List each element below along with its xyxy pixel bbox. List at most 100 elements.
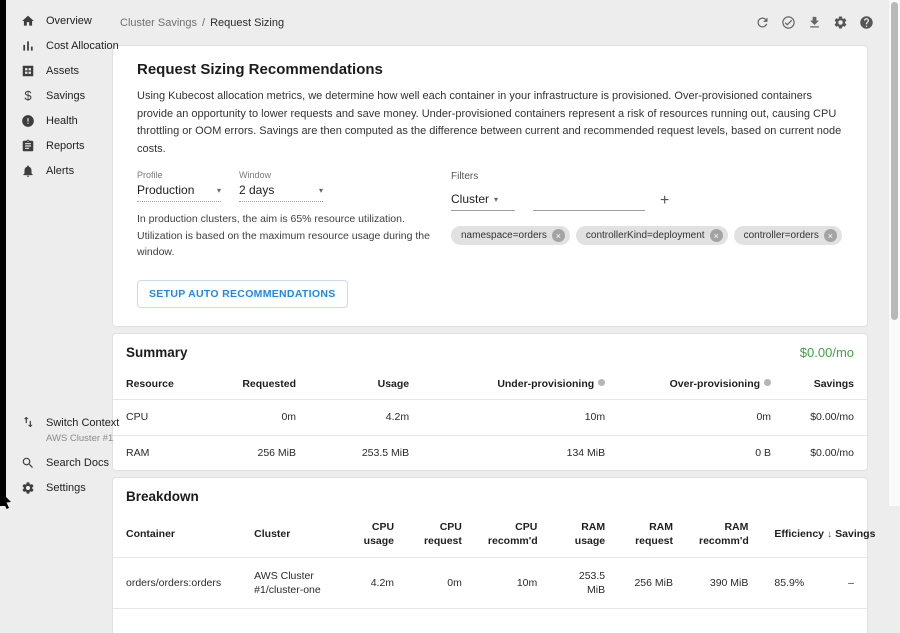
table-row[interactable]: orders/orders:orders AWS Cluster #1/clus…: [113, 558, 867, 609]
breadcrumb-current: Request Sizing: [210, 17, 284, 29]
close-icon[interactable]: ×: [710, 229, 723, 242]
sidebar-item-label: Settings: [46, 482, 86, 494]
close-icon[interactable]: ×: [552, 229, 565, 242]
topbar-actions: [755, 15, 874, 30]
close-icon[interactable]: ×: [824, 229, 837, 242]
sidebar-item-label: Overview: [46, 15, 92, 27]
sidebar-item-alerts[interactable]: Alerts: [6, 158, 112, 183]
sidebar-item-settings[interactable]: Settings: [6, 475, 112, 500]
resource-cell: RAM: [113, 435, 211, 470]
column-header[interactable]: Efficiency: [761, 513, 814, 558]
column-header: Resource: [113, 369, 211, 400]
check-circle-icon[interactable]: [781, 15, 796, 30]
column-header[interactable]: CPU usage: [347, 513, 407, 558]
sidebar-item-label: Savings: [46, 90, 85, 102]
help-icon[interactable]: [859, 15, 874, 30]
summary-header-row: Resource Requested Usage Under-provision…: [113, 369, 867, 400]
breakdown-header-row: Container Cluster CPU usage CPU request …: [113, 513, 867, 558]
sidebar-item-switch-context[interactable]: Switch Context AWS Cluster #1: [6, 407, 112, 450]
page-title: Request Sizing Recommendations: [137, 61, 843, 78]
column-header[interactable]: CPU recomm'd: [475, 513, 550, 558]
filters-panel: Filters Cluster ▾ + namespace=orders ×: [451, 170, 843, 308]
mouse-cursor: [0, 492, 14, 510]
cluster-cell: AWS Cluster #1/cluster-one: [241, 558, 347, 609]
setup-auto-recommendations-button[interactable]: SETUP AUTO RECOMMENDATIONS: [137, 280, 348, 308]
profile-select-label: Profile: [137, 170, 221, 180]
home-icon: [21, 14, 35, 28]
summary-table: Resource Requested Usage Under-provision…: [113, 369, 867, 470]
refresh-icon[interactable]: [755, 15, 770, 30]
filter-field-select[interactable]: Cluster ▾: [451, 192, 515, 211]
column-header: Savings: [784, 369, 867, 400]
alerts-icon: [21, 164, 35, 178]
filter-value-input[interactable]: [533, 192, 645, 211]
reports-icon: [21, 139, 35, 153]
column-header: Container: [113, 513, 241, 558]
scrollbar-thumb[interactable]: [891, 2, 898, 320]
chevron-down-icon: ▾: [494, 195, 498, 204]
filter-chip[interactable]: namespace=orders ×: [451, 226, 570, 245]
sidebar-item-assets[interactable]: Assets: [6, 58, 112, 83]
settings-icon[interactable]: [833, 15, 848, 30]
table-row: RAM 256 MiB 253.5 MiB 134 MiB 0 B $0.00/…: [113, 435, 867, 470]
search-icon: [21, 456, 35, 470]
sidebar-item-label: Search Docs: [46, 457, 109, 469]
column-header: Under-provisioning: [422, 369, 618, 400]
column-header[interactable]: RAM recomm'd: [686, 513, 761, 558]
filters-label: Filters: [451, 171, 843, 182]
column-header[interactable]: RAM request: [618, 513, 686, 558]
bar-chart-icon: [21, 39, 35, 53]
total-savings-value: $0.00/mo: [800, 345, 854, 360]
scrollbar-track[interactable]: [888, 0, 900, 506]
assets-icon: [21, 64, 35, 78]
filter-chip[interactable]: controller=orders ×: [734, 226, 842, 245]
sidebar-item-overview[interactable]: Overview: [6, 8, 112, 33]
topbar: Cluster Savings / Request Sizing: [112, 0, 888, 45]
sidebar-item-cost-allocation[interactable]: Cost Allocation: [6, 33, 112, 58]
column-header: Cluster: [241, 513, 347, 558]
window-select-label: Window: [239, 170, 323, 180]
column-header: Requested: [211, 369, 309, 400]
breadcrumb: Cluster Savings / Request Sizing: [120, 17, 284, 29]
sort-descending-icon: ↓: [827, 529, 832, 540]
settings-icon: [21, 481, 35, 495]
chevron-down-icon: ▾: [217, 186, 221, 195]
sidebar-item-reports[interactable]: Reports: [6, 133, 112, 158]
column-header[interactable]: CPU request: [407, 513, 475, 558]
sidebar-item-label: Assets: [46, 65, 79, 77]
sidebar-footer: Switch Context AWS Cluster #1 Search Doc…: [6, 407, 112, 500]
sidebar: Overview Cost Allocation Assets $ Saving…: [6, 0, 112, 506]
chevron-down-icon: ▾: [319, 186, 323, 195]
resource-cell: CPU: [113, 400, 211, 435]
breakdown-table: Container Cluster CPU usage CPU request …: [113, 513, 867, 618]
window-select-value: 2 days: [239, 183, 274, 197]
summary-title: Summary: [126, 345, 188, 360]
summary-card: Summary $0.00/mo Resource Requested Usag…: [112, 333, 868, 471]
sidebar-item-search-docs[interactable]: Search Docs: [6, 450, 112, 475]
breadcrumb-parent[interactable]: Cluster Savings: [120, 17, 197, 29]
profile-select-value: Production: [137, 183, 194, 197]
column-header[interactable]: RAM usage: [550, 513, 618, 558]
info-icon[interactable]: [764, 379, 771, 386]
breakdown-card: Breakdown Container Cluster CPU usage CP…: [112, 477, 868, 633]
recommendations-card: Request Sizing Recommendations Using Kub…: [112, 45, 868, 327]
column-header: Usage: [309, 369, 422, 400]
sidebar-item-label: Alerts: [46, 165, 74, 177]
window-select[interactable]: Window 2 days ▾: [239, 170, 323, 202]
sidebar-item-savings[interactable]: $ Savings: [6, 83, 112, 108]
filter-chip[interactable]: controllerKind=deployment ×: [576, 226, 728, 245]
profile-select[interactable]: Profile Production ▾: [137, 170, 221, 202]
main-content: Request Sizing Recommendations Using Kub…: [112, 45, 868, 633]
sidebar-item-label: Switch Context: [46, 417, 119, 429]
window-edge: [0, 0, 6, 506]
sidebar-item-label: Reports: [46, 140, 85, 152]
download-icon[interactable]: [807, 15, 822, 30]
info-icon[interactable]: [598, 379, 605, 386]
switch-context-icon: [21, 415, 35, 429]
profile-window-controls: Profile Production ▾ Window 2 days ▾: [137, 170, 451, 308]
active-cluster-label: AWS Cluster #1: [46, 433, 119, 444]
sidebar-item-health[interactable]: Health: [6, 108, 112, 133]
sidebar-nav: Overview Cost Allocation Assets $ Saving…: [6, 8, 112, 183]
container-cell: orders/orders:orders: [113, 558, 241, 609]
add-filter-icon[interactable]: +: [660, 193, 669, 211]
